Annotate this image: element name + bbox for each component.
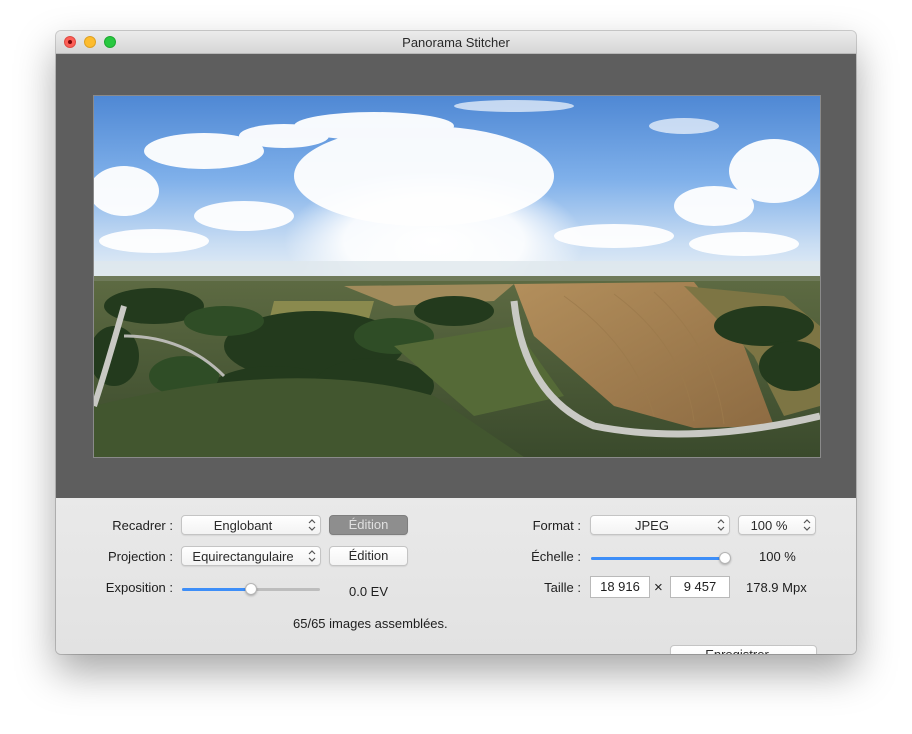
- crop-edit-button[interactable]: Édition: [329, 515, 408, 535]
- projection-value: Equirectangulaire: [192, 549, 294, 564]
- exposure-label: Exposition :: [105, 580, 173, 595]
- projection-edit-button[interactable]: Édition: [329, 546, 408, 566]
- controls-panel: Recadrer : Englobant Édition Projection …: [56, 498, 856, 654]
- height-field[interactable]: 9 457: [670, 576, 730, 598]
- app-window: Panorama Stitcher Recadrer: Englobant É…: [56, 31, 856, 654]
- exposure-value: 0.0 EV: [349, 584, 389, 599]
- projection-popup[interactable]: Equirectangulaire: [181, 546, 321, 566]
- projection-label: Projection :: [107, 549, 173, 564]
- scale-slider-knob[interactable]: [719, 552, 731, 564]
- popup-arrows-icon: [717, 519, 725, 531]
- scale-slider[interactable]: [591, 550, 731, 566]
- scale-label: Échelle :: [531, 549, 581, 564]
- size-label: Taille :: [544, 580, 581, 595]
- window-title: Panorama Stitcher: [402, 35, 510, 50]
- panorama-viewer[interactable]: [56, 54, 856, 498]
- title-bar[interactable]: Panorama Stitcher: [56, 31, 856, 54]
- exposure-slider[interactable]: [182, 581, 320, 597]
- crop-value: Englobant: [213, 518, 273, 533]
- crop-popup[interactable]: Englobant: [181, 515, 321, 535]
- format-value: JPEG: [635, 518, 669, 533]
- exposure-slider-knob[interactable]: [245, 583, 257, 595]
- quality-value: 100 %: [750, 518, 788, 533]
- status-text: 65/65 images assemblées.: [293, 616, 448, 631]
- panorama-preview-image[interactable]: [93, 95, 821, 458]
- format-label: Format :: [532, 518, 581, 533]
- format-popup[interactable]: JPEG: [590, 515, 730, 535]
- width-field[interactable]: 18 916: [590, 576, 650, 598]
- quality-popup[interactable]: 100 %: [738, 515, 816, 535]
- panorama-image: [94, 96, 820, 457]
- save-button[interactable]: Enregistrer…: [670, 645, 817, 654]
- scale-value: 100 %: [759, 549, 796, 564]
- scale-slider-fill: [591, 557, 725, 560]
- popup-arrows-icon: [308, 550, 316, 562]
- popup-arrows-icon: [308, 519, 316, 531]
- times-sign: ×: [654, 579, 663, 596]
- megapixels-value: 178.9 Mpx: [746, 580, 807, 595]
- popup-arrows-icon: [803, 519, 811, 531]
- exposure-slider-fill: [182, 588, 251, 591]
- crop-label: Recadrer :: [112, 518, 173, 533]
